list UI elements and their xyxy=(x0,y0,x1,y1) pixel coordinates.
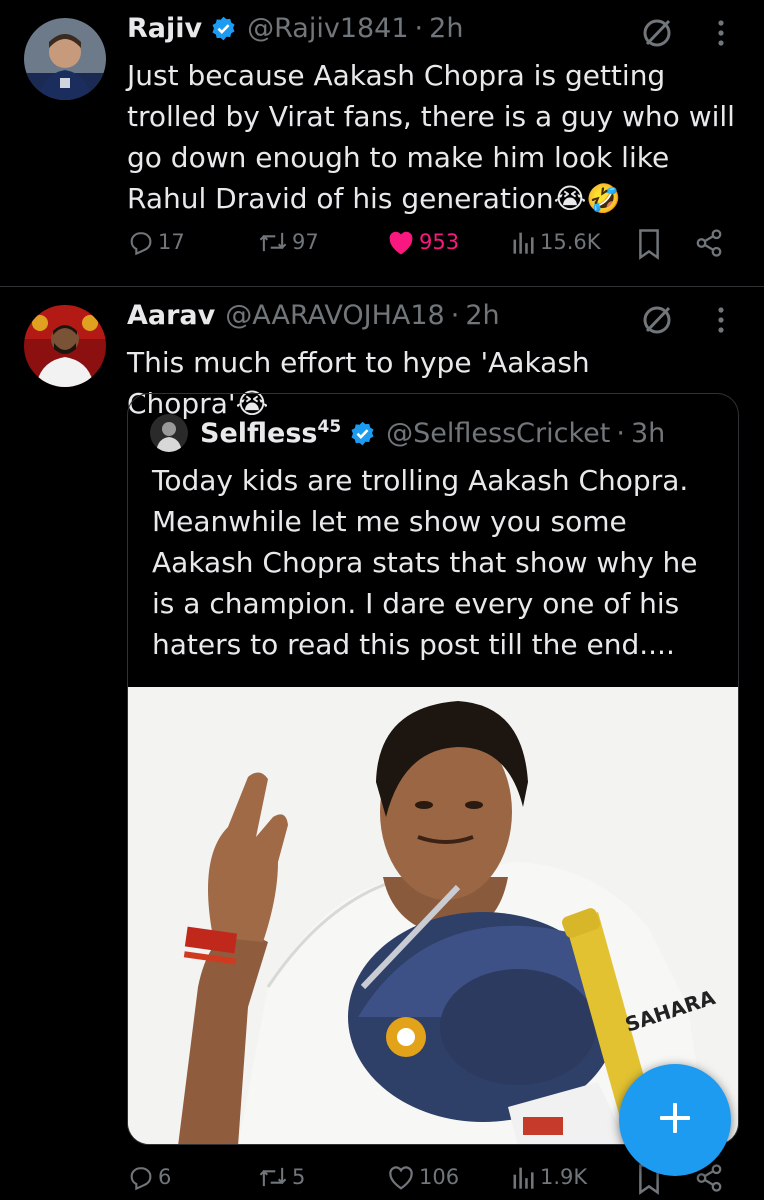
heart-filled-icon xyxy=(386,228,416,256)
like-button[interactable]: 953 xyxy=(386,228,459,256)
verified-badge-icon xyxy=(210,15,237,42)
separator-dot: · xyxy=(450,300,460,331)
quoted-tweet-text: Today kids are trolling Aakash Chopra. M… xyxy=(152,464,698,661)
grok-icon[interactable] xyxy=(640,16,674,54)
reply-button[interactable]: 17 xyxy=(127,228,185,256)
quoted-display-name[interactable]: Selfless45 xyxy=(200,417,341,449)
handle[interactable]: @Rajiv1841 xyxy=(247,13,408,44)
more-options-icon[interactable] xyxy=(716,18,726,52)
reply-icon xyxy=(127,1163,155,1191)
display-name[interactable]: Rajiv xyxy=(127,13,202,44)
tweet-text: Just because Aakash Chopra is getting tr… xyxy=(127,59,735,215)
grok-icon[interactable] xyxy=(640,303,674,341)
like-button[interactable]: 106 xyxy=(386,1163,459,1191)
views-button[interactable]: 15.6K xyxy=(511,228,601,256)
views-button[interactable]: 1.9K xyxy=(511,1163,587,1191)
repost-count: 97 xyxy=(292,230,319,254)
reply-button[interactable]: 6 xyxy=(127,1163,171,1191)
quoted-timestamp[interactable]: 3h xyxy=(631,418,665,449)
verified-badge-icon xyxy=(349,420,376,447)
like-count: 106 xyxy=(419,1165,460,1189)
tweet-header: Aarav @AARAVOJHA18 · 2h xyxy=(127,300,500,331)
separator-dot: · xyxy=(414,13,424,44)
bookmark-button[interactable] xyxy=(636,228,662,260)
quoted-tweet-header: Selfless45 @SelflessCricket · 3h xyxy=(150,414,665,452)
repost-button[interactable]: 5 xyxy=(257,1163,305,1191)
quoted-name-text: Selfless xyxy=(200,418,318,449)
tweet-actions: 17 97 953 15.6K xyxy=(127,228,737,268)
avatar[interactable] xyxy=(24,18,106,100)
tweet-rajiv[interactable]: Rajiv @Rajiv1841 · 2h Just because Aakas… xyxy=(0,0,764,286)
bookmark-icon xyxy=(636,228,662,260)
quoted-tweet-card[interactable]: Selfless45 @SelflessCricket · 3h Today k… xyxy=(127,393,739,1145)
display-name[interactable]: Aarav xyxy=(127,300,215,331)
repost-count: 5 xyxy=(292,1165,306,1189)
timestamp[interactable]: 2h xyxy=(429,13,463,44)
handle[interactable]: @AARAVOJHA18 xyxy=(225,300,444,331)
views-icon xyxy=(511,1163,537,1191)
plus-icon xyxy=(655,1098,695,1142)
views-count: 15.6K xyxy=(540,230,601,254)
separator-dot: · xyxy=(616,417,625,449)
more-options-icon[interactable] xyxy=(716,305,726,339)
timestamp[interactable]: 2h xyxy=(465,300,499,331)
views-count: 1.9K xyxy=(540,1165,588,1189)
reply-count: 17 xyxy=(158,230,185,254)
quoted-avatar[interactable] xyxy=(150,414,188,452)
quoted-handle[interactable]: @SelflessCricket xyxy=(386,418,610,449)
reply-count: 6 xyxy=(158,1165,172,1189)
share-button[interactable] xyxy=(694,228,724,258)
heart-outline-icon xyxy=(386,1163,416,1191)
avatar[interactable] xyxy=(24,305,106,387)
repost-button[interactable]: 97 xyxy=(257,228,319,256)
compose-fab-button[interactable] xyxy=(619,1064,731,1176)
like-count: 953 xyxy=(419,230,460,254)
repost-icon xyxy=(257,228,289,256)
tweet-actions: 6 5 106 1.9K xyxy=(127,1163,737,1200)
views-icon xyxy=(511,228,537,256)
quoted-name-superscript: 45 xyxy=(317,417,342,437)
tweet-header: Rajiv @Rajiv1841 · 2h xyxy=(127,13,463,44)
reply-icon xyxy=(127,228,155,256)
repost-icon xyxy=(257,1163,289,1191)
share-icon xyxy=(694,228,724,258)
